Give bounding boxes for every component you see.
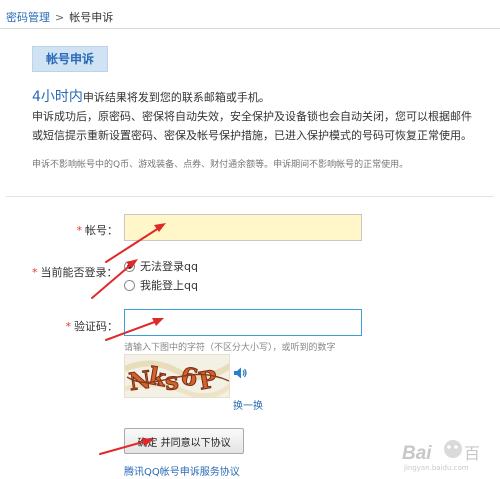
breadcrumb-parent-link[interactable]: 密码管理 [6, 11, 50, 24]
baidu-jingyan-watermark: Bai 百 jingyan.baidu.com [402, 440, 480, 472]
speaker-icon[interactable] [233, 366, 247, 380]
login-status-label: * 当前能否登录： [32, 264, 118, 280]
radio-cannot-login-label: 无法登录qq [140, 260, 198, 273]
watermark-logo-text-2: 百 [464, 444, 480, 463]
radio-can-login[interactable]: 我能登上qq [124, 277, 198, 293]
refresh-captcha-link[interactable]: 换一换 [233, 397, 263, 412]
breadcrumb-divider [0, 28, 500, 29]
required-mark: * [65, 320, 72, 333]
radio-button[interactable] [124, 279, 135, 291]
intro-line-1: 4小时内申诉结果将发到您的联系邮箱或手机。 [32, 88, 492, 107]
section-divider [6, 196, 494, 197]
intro-line-2: 申诉成功后，原密码、密保将自动失效，安全保护及设备锁也会自动关闭，您可以根据邮件 [32, 110, 472, 123]
captcha-input[interactable] [124, 309, 362, 336]
captcha-hint: 请输入下图中的字符（不区分大小写），或听到的数字 [124, 343, 336, 353]
account-label-text: 帐号： [85, 224, 118, 237]
account-input[interactable] [124, 214, 362, 241]
intro-text: 4小时内申诉结果将发到您的联系邮箱或手机。 申诉成功后，原密码、密保将自动失效，… [32, 88, 492, 145]
captcha-label: * 验证码： [66, 318, 119, 334]
radio-button-checked[interactable] [124, 260, 135, 272]
account-label: * 帐号： [77, 222, 119, 238]
login-status-label-text: 当前能否登录： [40, 266, 118, 279]
svg-text:P: P [196, 364, 219, 396]
breadcrumb: 密码管理 > 帐号申诉 [6, 9, 113, 25]
confirm-button[interactable]: 确定 并同意以下协议 [124, 428, 244, 454]
captcha-label-text: 验证码： [74, 320, 118, 333]
intro-hours: 4小时内 [32, 89, 83, 105]
note-text: 申诉不影响帐号中的Q币、游戏装备、点券、财付通余额等。申诉期间不影响帐号的正常使… [32, 160, 409, 170]
agreement-link[interactable]: 腾讯QQ帐号申诉服务协议 [124, 463, 240, 478]
radio-can-login-label: 我能登上qq [140, 279, 198, 292]
required-mark: * [76, 224, 83, 237]
required-mark: * [32, 266, 38, 279]
watermark-logo-text: Bai [402, 443, 432, 464]
page-title: 帐号申诉 [32, 46, 108, 72]
breadcrumb-current: 帐号申诉 [69, 11, 114, 24]
intro-line-3: 或短信提示重新设置密码、密保及帐号保护措施，已进入保护模式的号码可恢复正常使用。 [32, 129, 472, 142]
breadcrumb-separator: > [55, 11, 65, 24]
radio-cannot-login[interactable]: 无法登录qq [124, 258, 198, 274]
intro-line-1-rest: 申诉结果将发到您的联系邮箱或手机。 [82, 91, 270, 104]
watermark-subtext: jingyan.baidu.com [403, 464, 469, 472]
captcha-image[interactable]: N k s 6 P [124, 354, 230, 398]
